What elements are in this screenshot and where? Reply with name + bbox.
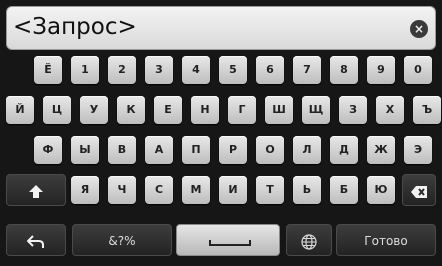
key-letter[interactable]: Ю	[367, 176, 395, 204]
key-letter[interactable]: А	[145, 136, 173, 164]
language-button[interactable]	[286, 224, 332, 256]
key-letter[interactable]: Й	[6, 96, 34, 124]
key-letter[interactable]: Т	[256, 176, 284, 204]
key-letter[interactable]: Б	[330, 176, 358, 204]
keyboard-row-4: Я Ч С М И Т Ь Б Ю	[0, 174, 442, 206]
key-letter[interactable]: Я	[71, 176, 99, 204]
shift-arrow-icon	[29, 184, 43, 198]
keyboard-row-1: Ё 1 2 3 4 5 6 7 8 9 0	[0, 56, 442, 88]
keyboard-row-2: Й Ц У К Е Н Г Ш Щ З Х Ъ	[0, 96, 442, 128]
key-letter[interactable]: Ы	[71, 136, 99, 164]
symbols-button[interactable]: &?%	[72, 224, 172, 256]
space-icon	[209, 240, 251, 246]
key-1[interactable]: 1	[71, 56, 99, 84]
keyboard-row-3: Ф Ы В А П Р О Л Д Ж Э	[0, 136, 442, 168]
key-letter[interactable]: Г	[228, 96, 256, 124]
backspace-button[interactable]	[402, 174, 436, 206]
key-letter[interactable]: Ш	[265, 96, 293, 124]
key-3[interactable]: 3	[145, 56, 173, 84]
key-letter[interactable]: Л	[293, 136, 321, 164]
key-2[interactable]: 2	[108, 56, 136, 84]
key-yo[interactable]: Ё	[34, 56, 62, 84]
key-letter[interactable]: Ф	[34, 136, 62, 164]
key-9[interactable]: 9	[367, 56, 395, 84]
key-0[interactable]: 0	[404, 56, 432, 84]
key-letter[interactable]: Ь	[293, 176, 321, 204]
key-letter[interactable]: Е	[154, 96, 182, 124]
key-letter[interactable]: Ч	[108, 176, 136, 204]
key-8[interactable]: 8	[330, 56, 358, 84]
key-letter[interactable]: Д	[330, 136, 358, 164]
search-field[interactable]: <Запрос> ×	[6, 6, 436, 50]
key-letter[interactable]: Х	[376, 96, 404, 124]
key-letter[interactable]: З	[339, 96, 367, 124]
shift-button[interactable]	[6, 174, 66, 206]
backspace-icon	[411, 185, 427, 198]
key-letter[interactable]: С	[145, 176, 173, 204]
key-letter[interactable]: М	[182, 176, 210, 204]
key-letter[interactable]: Ъ	[413, 96, 441, 124]
key-letter[interactable]: Ц	[43, 96, 71, 124]
back-arrow-icon	[26, 234, 44, 248]
space-button[interactable]	[176, 224, 280, 256]
done-button[interactable]: Готово	[336, 224, 436, 256]
key-5[interactable]: 5	[219, 56, 247, 84]
key-letter[interactable]: О	[256, 136, 284, 164]
key-letter[interactable]: В	[108, 136, 136, 164]
key-6[interactable]: 6	[256, 56, 284, 84]
close-icon[interactable]: ×	[410, 20, 428, 38]
key-letter[interactable]: Р	[219, 136, 247, 164]
search-input-text: <Запрос>	[13, 14, 137, 40]
key-4[interactable]: 4	[182, 56, 210, 84]
key-letter[interactable]: Щ	[302, 96, 330, 124]
key-letter[interactable]: У	[80, 96, 108, 124]
key-letter[interactable]: П	[182, 136, 210, 164]
key-letter[interactable]: Ж	[367, 136, 395, 164]
key-letter[interactable]: К	[117, 96, 145, 124]
globe-icon	[301, 233, 317, 250]
key-letter[interactable]: Н	[191, 96, 219, 124]
on-screen-keyboard: Ё 1 2 3 4 5 6 7 8 9 0 Й Ц У К Е Н Г Ш Щ …	[0, 56, 442, 266]
keyboard-screen: <Запрос> × Ё 1 2 3 4 5 6 7 8 9 0 Й Ц У К…	[0, 0, 442, 266]
back-button[interactable]	[6, 224, 66, 256]
key-letter[interactable]: Э	[404, 136, 432, 164]
keyboard-row-5: &?% Готово	[0, 220, 442, 260]
key-7[interactable]: 7	[293, 56, 321, 84]
key-letter[interactable]: И	[219, 176, 247, 204]
